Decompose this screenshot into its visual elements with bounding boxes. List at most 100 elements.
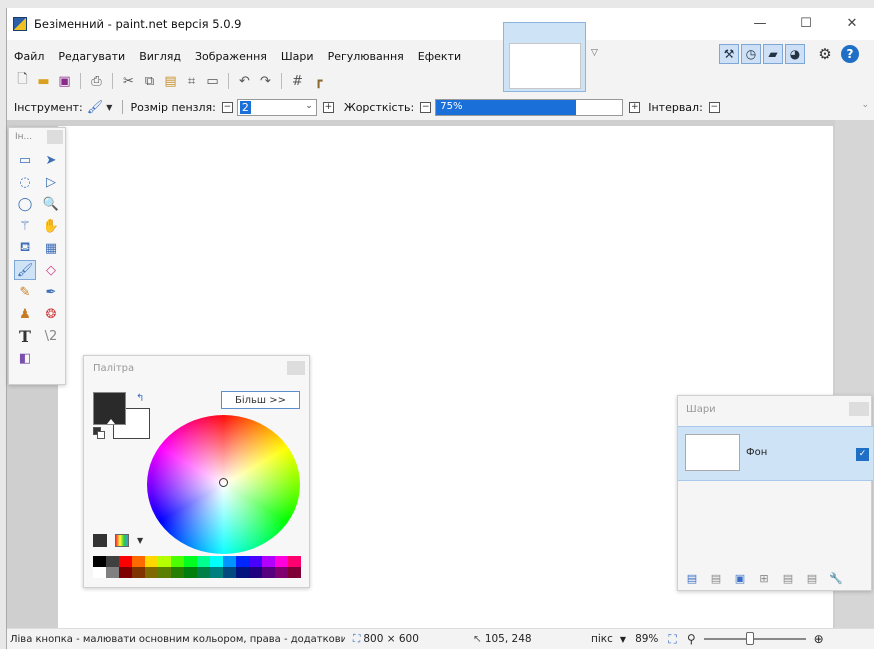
color-picker-icon[interactable]: ✒ xyxy=(40,282,62,302)
palette-default-icon[interactable] xyxy=(93,534,107,547)
palette-swatch[interactable] xyxy=(210,556,223,567)
text-tool-icon[interactable]: T xyxy=(14,326,36,346)
units-dropdown-icon[interactable]: ▼ xyxy=(620,635,626,644)
lasso-select-icon[interactable]: ◌ xyxy=(14,172,36,192)
move-selection-icon[interactable]: ▷ xyxy=(40,172,62,192)
layers-close-button[interactable] xyxy=(849,402,869,416)
palette-swatch[interactable] xyxy=(158,556,171,567)
menu-view[interactable]: Вигляд xyxy=(132,50,188,63)
tool-dropdown-icon[interactable]: ▼ xyxy=(106,103,112,112)
units-selector[interactable]: пікс xyxy=(591,633,613,645)
palette-swatch[interactable] xyxy=(171,567,184,578)
palette-swatch[interactable] xyxy=(93,567,106,578)
clone-stamp-icon[interactable]: ♟ xyxy=(14,304,36,324)
palette-swatch[interactable] xyxy=(249,567,262,578)
tools-window-icon[interactable]: ⚒ xyxy=(719,44,739,64)
brush-size-decrease-button[interactable]: − xyxy=(221,101,233,113)
layer-visibility-checkbox[interactable]: ✓ xyxy=(856,448,869,461)
primary-color-swatch[interactable] xyxy=(93,392,126,425)
paste-icon[interactable]: ▤ xyxy=(161,72,180,91)
hardness-decrease-button[interactable]: − xyxy=(420,101,432,113)
palette-menu-dropdown-icon[interactable]: ▼ xyxy=(137,536,143,545)
layer-row-background[interactable]: Фон ✓ xyxy=(678,426,873,481)
palette-swatch[interactable] xyxy=(119,567,132,578)
palette-menu-icon[interactable] xyxy=(115,534,129,547)
crop-icon[interactable]: ⌗ xyxy=(182,72,201,91)
palette-swatch[interactable] xyxy=(184,556,197,567)
palette-swatch[interactable] xyxy=(132,556,145,567)
more-colors-button[interactable]: Більш >> xyxy=(221,391,300,409)
move-layer-up-icon[interactable]: ▤ xyxy=(779,570,797,586)
brush-size-dropdown-icon[interactable]: ⌄ xyxy=(305,101,313,111)
menu-file[interactable]: Файл xyxy=(7,50,51,63)
palette-swatch[interactable] xyxy=(236,556,249,567)
minimize-button[interactable]: — xyxy=(737,8,783,38)
palette-swatch[interactable] xyxy=(119,556,132,567)
palette-swatch[interactable] xyxy=(275,567,288,578)
deselect-icon[interactable]: ▭ xyxy=(203,72,222,91)
menu-edit[interactable]: Редагувати xyxy=(51,50,132,63)
palette-swatch[interactable] xyxy=(145,567,158,578)
zoom-level[interactable]: 89% xyxy=(635,633,658,645)
brush-size-increase-button[interactable]: + xyxy=(322,101,334,113)
colors-window-icon[interactable]: ◕ xyxy=(785,44,805,64)
gradient-icon[interactable]: ▦ xyxy=(40,238,62,258)
close-button[interactable]: ✕ xyxy=(829,8,874,38)
zoom-slider[interactable] xyxy=(703,632,806,645)
rectangle-select-icon[interactable]: ▭ xyxy=(14,150,36,170)
palette-swatch[interactable] xyxy=(106,556,119,567)
palette-swatch[interactable] xyxy=(197,556,210,567)
zoom-tool-icon[interactable]: 🔍 xyxy=(40,194,62,214)
undo-icon[interactable]: ↶ xyxy=(235,72,254,91)
zoom-fit-icon[interactable]: ⛶ xyxy=(668,632,676,647)
palette-swatch[interactable] xyxy=(262,567,275,578)
palette-swatch[interactable] xyxy=(171,556,184,567)
brush-size-input[interactable]: 2 ⌄ xyxy=(236,98,317,116)
delete-layer-icon[interactable]: ▤ xyxy=(707,570,725,586)
hardness-slider[interactable]: 75% xyxy=(435,98,624,116)
tools-panel-close-button[interactable] xyxy=(47,130,63,144)
palette-swatch[interactable] xyxy=(210,567,223,578)
color-wheel-selector[interactable] xyxy=(219,478,228,487)
new-icon[interactable]: 🗋 xyxy=(13,72,32,91)
copy-icon[interactable]: ⧉ xyxy=(140,72,159,91)
cut-icon[interactable]: ✂ xyxy=(119,72,138,91)
palette-swatch[interactable] xyxy=(132,567,145,578)
reset-colors-icon[interactable] xyxy=(93,427,105,439)
maximize-button[interactable]: ☐ xyxy=(783,8,829,38)
layer-properties-icon[interactable]: 🔧 xyxy=(827,570,845,586)
menu-layers[interactable]: Шари xyxy=(274,50,321,63)
palette-swatch[interactable] xyxy=(106,567,119,578)
duplicate-layer-icon[interactable]: ▣ xyxy=(731,570,749,586)
palette-close-button[interactable] xyxy=(287,361,305,375)
palette-swatch[interactable] xyxy=(184,567,197,578)
magic-wand-icon[interactable]: ⚚ xyxy=(14,216,36,236)
move-selected-icon[interactable]: ➤ xyxy=(40,150,62,170)
menu-adjustments[interactable]: Регулювання xyxy=(321,50,411,63)
palette-swatch[interactable] xyxy=(288,567,301,578)
line-curve-icon[interactable]: \2 xyxy=(40,326,62,346)
interval-decrease-button[interactable]: − xyxy=(708,101,720,113)
menu-image[interactable]: Зображення xyxy=(188,50,274,63)
options-overflow-icon[interactable]: ⌄ xyxy=(861,100,869,110)
merge-layer-icon[interactable]: ⊞ xyxy=(755,570,773,586)
palette-swatch[interactable] xyxy=(249,556,262,567)
layers-window-icon[interactable]: ▰ xyxy=(763,44,783,64)
menu-effects[interactable]: Ефекти xyxy=(411,50,468,63)
palette-swatch[interactable] xyxy=(93,556,106,567)
zoom-out-icon[interactable]: ⚲ xyxy=(687,632,696,646)
zoom-in-icon[interactable]: ⊕ xyxy=(814,632,824,646)
redo-icon[interactable]: ↷ xyxy=(256,72,275,91)
palette-swatch[interactable] xyxy=(197,567,210,578)
image-list-dropdown-icon[interactable]: ▽ xyxy=(591,48,598,58)
palette-swatch[interactable] xyxy=(288,556,301,567)
zoom-slider-handle[interactable] xyxy=(745,632,754,645)
palette-swatch[interactable] xyxy=(145,556,158,567)
print-icon[interactable]: ⎙ xyxy=(87,72,106,91)
move-layer-down-icon[interactable]: ▤ xyxy=(803,570,821,586)
paintbrush-tool-icon[interactable]: 🖌 xyxy=(14,260,36,280)
paintbrush-icon[interactable]: 🖌 xyxy=(87,100,104,115)
ruler-icon[interactable]: ┏ xyxy=(309,72,328,91)
recolor-icon[interactable]: ❂ xyxy=(40,304,62,324)
swap-colors-icon[interactable]: ↰ xyxy=(136,393,144,404)
